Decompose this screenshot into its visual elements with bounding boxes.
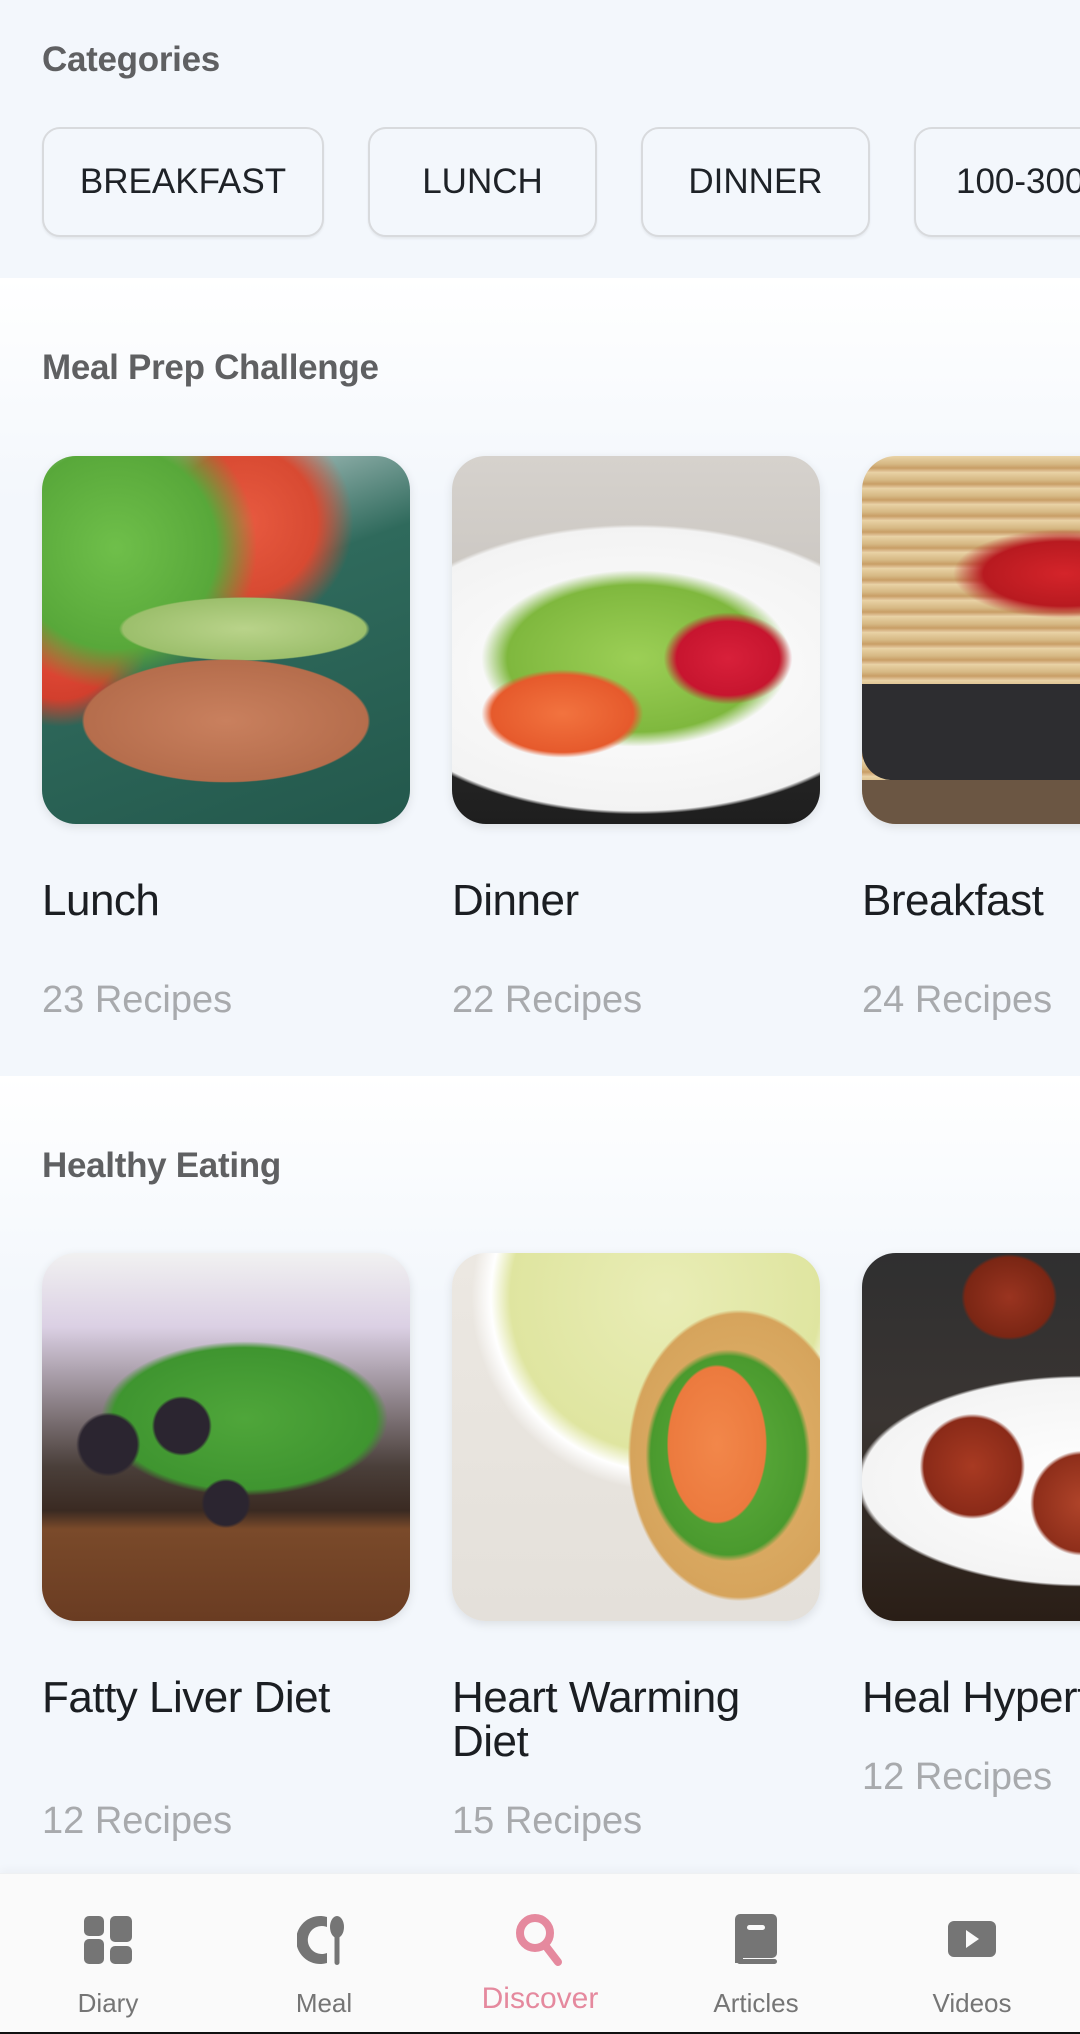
category-chip-lunch[interactable]: LUNCH: [368, 127, 597, 237]
discover-page: Categories BREAKFAST LUNCH DINNER 100-30…: [0, 0, 1080, 2034]
recipe-card-list: Lunch 23 Recipes Dinner 22 Recipes Break…: [42, 456, 1080, 1022]
card-title: Heal Hyperthyroidism: [862, 1673, 1080, 1722]
category-chip-list: BREAKFAST LUNCH DINNER 100-300: [42, 127, 1080, 237]
nav-label: Meal: [295, 1988, 353, 2018]
categories-title: Categories: [42, 40, 220, 79]
category-chip-calories[interactable]: 100-300: [914, 127, 1080, 237]
recipe-count: 24 Recipes: [862, 979, 1053, 1021]
nav-label: Articles: [713, 1988, 799, 2018]
recipe-count: 15 Recipes: [452, 1800, 643, 1842]
card-title: Dinner: [452, 876, 579, 925]
bacon-wrapped-meat-image: [862, 1253, 1080, 1621]
grilled-salmon-image: [42, 456, 410, 824]
shrimp-salad-image: [452, 456, 820, 824]
recipe-count: 12 Recipes: [862, 1756, 1053, 1798]
card-title: Heart Warming Diet: [452, 1673, 740, 1766]
recipe-card-lunch[interactable]: Lunch 23 Recipes: [42, 456, 410, 1022]
recipe-card-list: Fatty Liver Diet 12 Recipes Heart Warmin…: [42, 1253, 1080, 1843]
nav-tab-videos[interactable]: Videos: [864, 1874, 1080, 2034]
categories-section: Categories BREAKFAST LUNCH DINNER 100-30…: [0, 0, 1080, 278]
meal-prep-challenge-section: Meal Prep Challenge Lunch 23 Recipes Din…: [0, 278, 1080, 1076]
nav-tab-meal[interactable]: Meal: [216, 1874, 432, 2034]
green-salad-image: [42, 1253, 410, 1621]
plate-spoon-icon: [296, 1912, 352, 1968]
strawberry-pancakes-image: [862, 456, 1080, 824]
category-chip-breakfast[interactable]: BREAKFAST: [42, 127, 324, 237]
recipe-count: 12 Recipes: [42, 1800, 233, 1842]
card-title: Lunch: [42, 876, 160, 925]
healthy-eating-section: Healthy Eating Fatty Liver Diet 12 Recip…: [0, 1076, 1080, 1871]
section-title: Healthy Eating: [42, 1146, 281, 1185]
nav-label: Diary: [77, 1988, 139, 2018]
nav-tab-articles[interactable]: Articles: [648, 1874, 864, 2034]
section-title: Meal Prep Challenge: [42, 348, 379, 387]
play-icon: [944, 1912, 1000, 1968]
nav-label: Discover: [481, 1982, 599, 2015]
card-title: Fatty Liver Diet: [42, 1673, 330, 1722]
recipe-card-dinner[interactable]: Dinner 22 Recipes: [452, 456, 820, 1022]
nav-tab-diary[interactable]: Diary: [0, 1874, 216, 2034]
category-chip-dinner[interactable]: DINNER: [641, 127, 870, 237]
recipe-count: 22 Recipes: [452, 979, 643, 1021]
recipe-card-breakfast[interactable]: Breakfast 24 Recipes: [862, 456, 1080, 1022]
book-icon: [728, 1912, 784, 1968]
recipe-card-heart-warming-diet[interactable]: Heart Warming Diet 15 Recipes: [452, 1253, 820, 1843]
recipe-card-heal-hyperthyroidism[interactable]: Heal Hyperthyroidism 12 Recipes: [862, 1253, 1080, 1843]
search-icon: [512, 1912, 568, 1968]
card-title: Breakfast: [862, 876, 1044, 925]
recipe-card-fatty-liver-diet[interactable]: Fatty Liver Diet 12 Recipes: [42, 1253, 410, 1843]
nav-label: Videos: [932, 1988, 1012, 2018]
nav-tab-discover[interactable]: Discover: [432, 1874, 648, 2034]
bottom-navigation: Diary Meal Discover Articles Videos: [0, 1873, 1080, 2034]
grid-icon: [80, 1912, 136, 1968]
recipe-count: 23 Recipes: [42, 979, 233, 1021]
salmon-salad-board-image: [452, 1253, 820, 1621]
